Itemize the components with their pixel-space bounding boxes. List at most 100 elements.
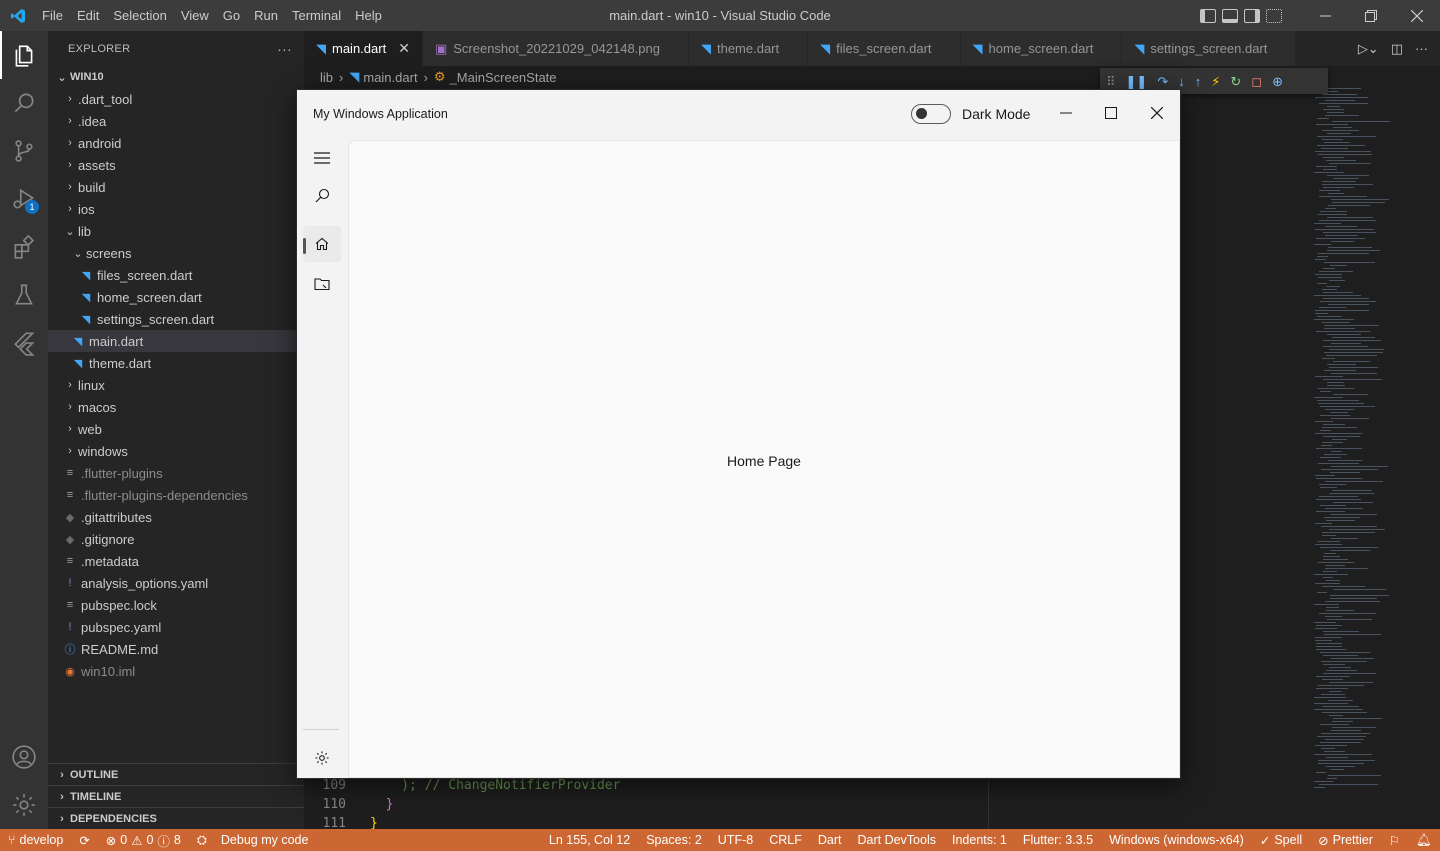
menu-terminal[interactable]: Terminal: [285, 0, 348, 31]
debug-status[interactable]: ⛭ Debug my code: [189, 833, 317, 848]
sync-icon[interactable]: ⟳: [71, 833, 97, 848]
toggle-panel-icon[interactable]: [1222, 8, 1238, 23]
tree-item[interactable]: ≡ .metadata: [48, 550, 304, 572]
menu-hamburger-icon[interactable]: [303, 140, 341, 176]
tree-item[interactable]: ◆ .gitattributes: [48, 506, 304, 528]
inspect-widget-icon[interactable]: ⊕: [1272, 75, 1283, 88]
breadcrumb-file[interactable]: main.dart: [363, 70, 417, 85]
minimap[interactable]: [1310, 88, 1430, 829]
flutter-version[interactable]: Flutter: 3.3.5: [1015, 833, 1101, 847]
tree-item[interactable]: › .idea: [48, 110, 304, 132]
hot-reload-icon[interactable]: ⚡: [1211, 75, 1220, 88]
editor-tab[interactable]: ◥ files_screen.dart: [808, 31, 961, 66]
tree-item[interactable]: ◥ theme.dart: [48, 352, 304, 374]
close-tab-icon[interactable]: ✕: [398, 40, 410, 57]
breadcrumb-symbol[interactable]: _MainScreenState: [450, 70, 557, 85]
editor-tab[interactable]: ◥ main.dart ✕: [304, 31, 423, 66]
encoding-status[interactable]: UTF-8: [710, 833, 761, 847]
tree-item[interactable]: ! pubspec.yaml: [48, 616, 304, 638]
branch-status[interactable]: ⑂ develop: [0, 833, 71, 847]
app-close-button[interactable]: [1142, 100, 1172, 126]
menu-go[interactable]: Go: [216, 0, 247, 31]
minimize-button[interactable]: [1302, 0, 1348, 31]
tree-item[interactable]: ◥ files_screen.dart: [48, 264, 304, 286]
tree-item[interactable]: › build: [48, 176, 304, 198]
restore-button[interactable]: [1348, 0, 1394, 31]
stop-icon[interactable]: ◻: [1251, 75, 1262, 88]
tree-item[interactable]: › windows: [48, 440, 304, 462]
workspace-root[interactable]: ⌄ WIN10: [48, 66, 304, 88]
accounts-icon[interactable]: [0, 733, 48, 781]
code-lines[interactable]: 109 ); // ChangeNotifierProvider 110 } 1…: [304, 776, 994, 833]
eol-status[interactable]: CRLF: [761, 833, 810, 847]
toggle-primary-sidebar-icon[interactable]: [1200, 8, 1216, 23]
nav-search-icon[interactable]: [303, 178, 341, 214]
menu-view[interactable]: View: [174, 0, 216, 31]
dart-devtools[interactable]: Dart DevTools: [849, 833, 944, 847]
source-control-icon[interactable]: [0, 127, 48, 175]
tree-item[interactable]: ◉ win10.iml: [48, 660, 304, 682]
step-out-icon[interactable]: ↑: [1195, 75, 1202, 88]
more-actions-icon[interactable]: ···: [1415, 41, 1428, 56]
indents-status[interactable]: Indents: 1: [944, 833, 1015, 847]
nav-files-icon[interactable]: [303, 266, 341, 302]
pause-icon[interactable]: ❚❚: [1126, 75, 1148, 88]
problems-status[interactable]: ⊗ 0 ⚠ 0 ⓘ 8: [98, 831, 189, 850]
cursor-position[interactable]: Ln 155, Col 12: [541, 833, 638, 847]
device-status[interactable]: Windows (windows-x64): [1101, 833, 1252, 847]
tree-item[interactable]: › assets: [48, 154, 304, 176]
menu-file[interactable]: File: [35, 0, 70, 31]
tree-item[interactable]: ◥ home_screen.dart: [48, 286, 304, 308]
breadcrumb-folder[interactable]: lib: [320, 70, 333, 85]
testing-icon[interactable]: [0, 271, 48, 319]
editor-tab[interactable]: ▣ Screenshot_20221029_042148.png: [422, 31, 689, 66]
tree-item[interactable]: ◥ settings_screen.dart: [48, 308, 304, 330]
nav-home-icon[interactable]: [303, 226, 341, 262]
menu-edit[interactable]: Edit: [70, 0, 106, 31]
tree-item[interactable]: ⓘ README.md: [48, 638, 304, 660]
tree-item[interactable]: ›. dart_tool: [48, 88, 304, 110]
tree-item[interactable]: › web: [48, 418, 304, 440]
timeline-section[interactable]: › TIMELINE: [48, 785, 304, 807]
tree-item[interactable]: › linux: [48, 374, 304, 396]
tree-item[interactable]: ≡ .flutter-plugins-dependencies: [48, 484, 304, 506]
tree-item[interactable]: › android: [48, 132, 304, 154]
tree-item[interactable]: ◥ main.dart: [48, 330, 304, 352]
split-editor-icon[interactable]: ◫: [1391, 41, 1403, 57]
outline-section[interactable]: › OUTLINE: [48, 763, 304, 785]
spell-status[interactable]: ✓ Spell: [1252, 833, 1310, 848]
step-into-icon[interactable]: ↓: [1178, 75, 1185, 88]
tree-item[interactable]: ≡ pubspec.lock: [48, 594, 304, 616]
app-minimize-button[interactable]: [1051, 100, 1081, 126]
search-icon[interactable]: [0, 79, 48, 127]
close-window-button[interactable]: [1394, 0, 1440, 31]
run-debug-icon[interactable]: 1: [0, 175, 48, 223]
prettier-status[interactable]: ⊘ Prettier: [1310, 833, 1381, 848]
indentation-status[interactable]: Spaces: 2: [638, 833, 710, 847]
explorer-icon[interactable]: [0, 31, 48, 79]
customize-layout-icon[interactable]: [1266, 8, 1282, 23]
run-debug-dropdown-icon[interactable]: ▷⌄: [1358, 41, 1379, 57]
manage-gear-icon[interactable]: [0, 781, 48, 829]
tree-item[interactable]: ◆ .gitignore: [48, 528, 304, 550]
tree-item[interactable]: ! analysis_options.yaml: [48, 572, 304, 594]
dark-mode-toggle[interactable]: [911, 104, 951, 124]
flutter-icon[interactable]: [0, 319, 48, 367]
menu-run[interactable]: Run: [247, 0, 285, 31]
nav-settings-icon[interactable]: [303, 740, 341, 776]
tree-item[interactable]: › ios: [48, 198, 304, 220]
step-over-icon[interactable]: ↷: [1157, 75, 1168, 88]
tree-item[interactable]: ⌄ lib: [48, 220, 304, 242]
language-mode[interactable]: Dart: [810, 833, 850, 847]
explorer-more-actions[interactable]: ···: [277, 41, 292, 57]
app-maximize-button[interactable]: [1096, 100, 1126, 126]
extensions-icon[interactable]: [0, 223, 48, 271]
drag-handle-icon[interactable]: ⠿: [1106, 75, 1116, 88]
toggle-secondary-sidebar-icon[interactable]: [1244, 8, 1260, 23]
notifications-icon[interactable]: 🔔︎: [1408, 833, 1440, 848]
editor-tab[interactable]: ◥ home_screen.dart: [960, 31, 1123, 66]
feedback-icon[interactable]: ⚐: [1381, 833, 1408, 848]
restart-icon[interactable]: ↻: [1230, 75, 1241, 88]
editor-tab[interactable]: ◥ settings_screen.dart: [1122, 31, 1297, 66]
menu-selection[interactable]: Selection: [106, 0, 173, 31]
